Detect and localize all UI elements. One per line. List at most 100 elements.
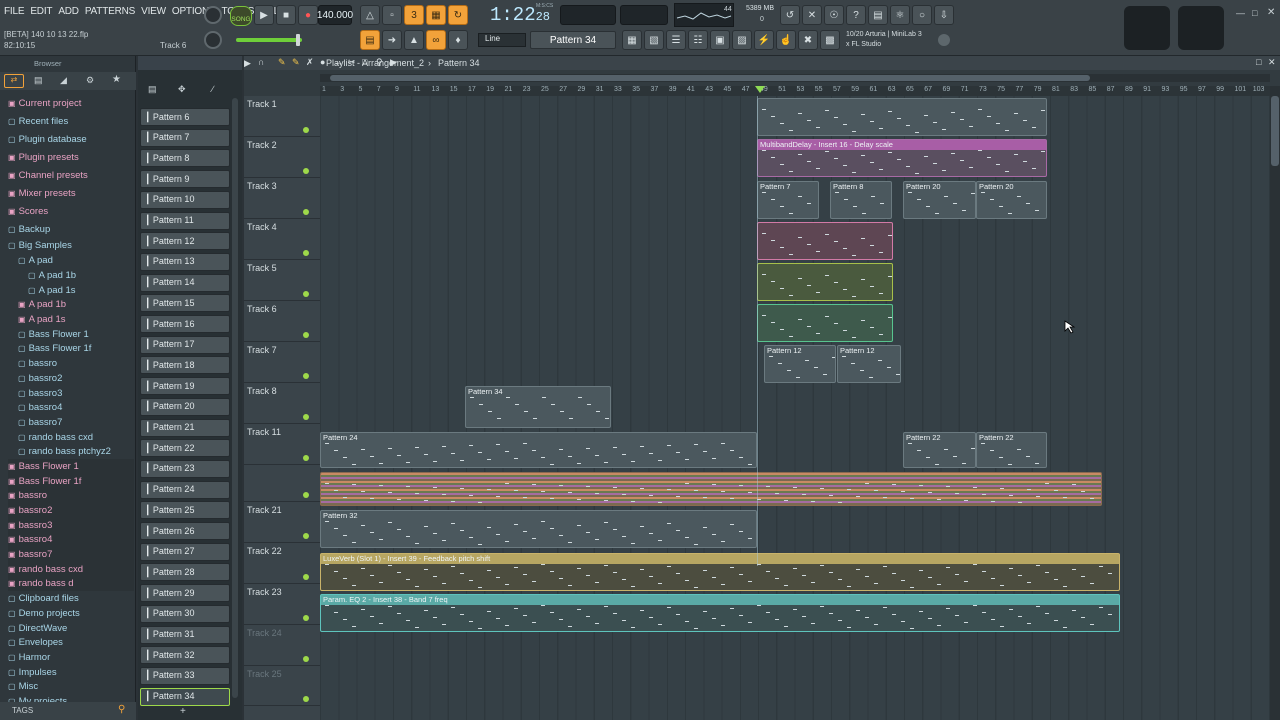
tempo-display[interactable]: 140.000 <box>317 5 353 25</box>
pattern-item[interactable]: ┃ Pattern 13 <box>140 252 230 271</box>
pattern-item[interactable]: ┃ Pattern 27 <box>140 542 230 561</box>
browser-item[interactable]: ▢ DirectWave <box>8 621 134 636</box>
browser-item[interactable]: ▣ Bass Flower 1f <box>8 473 134 489</box>
arrow-tool-button[interactable]: ➜ <box>382 30 402 50</box>
track-active-led[interactable] <box>303 533 309 539</box>
touch-icon[interactable]: ☝ <box>776 30 796 50</box>
pattern-clip[interactable]: Pattern 8 <box>830 181 892 219</box>
browser-item[interactable]: ▢ A pad <box>8 254 134 269</box>
pattern-clip[interactable]: Pattern 22 <box>976 432 1047 468</box>
track-active-led[interactable] <box>303 615 309 621</box>
undo-icon[interactable]: ↺ <box>780 5 800 25</box>
picker-move-icon[interactable]: ✥ <box>178 84 186 95</box>
delete-tool-icon[interactable]: ✗ <box>306 57 314 68</box>
step-edit-button[interactable]: ▦ <box>426 5 446 25</box>
pattern-item[interactable]: ┃ Pattern 26 <box>140 522 230 540</box>
pattern-clip[interactable]: Pattern 12 <box>764 345 836 383</box>
window-close-icon[interactable]: ✕ <box>1267 7 1275 18</box>
pattern-item[interactable]: ┃ Pattern 19 <box>140 377 230 396</box>
browser-item[interactable]: ▣ bassro4 <box>8 532 134 548</box>
browser-item[interactable]: ▢ A pad 1s <box>8 283 134 298</box>
audio-clip[interactable] <box>757 263 893 301</box>
stop-button[interactable]: ■ <box>276 5 296 25</box>
record-button[interactable]: ● <box>298 5 318 25</box>
pattern-clip[interactable]: Pattern 20 <box>976 181 1047 219</box>
pattern-item[interactable]: ┃ Pattern 11 <box>140 211 230 230</box>
news-panel-right[interactable] <box>1178 6 1224 50</box>
stamp-button[interactable]: ▲ <box>404 30 424 50</box>
pattern-selector[interactable]: Pattern 34 <box>530 31 616 49</box>
track-active-led[interactable] <box>303 414 309 420</box>
track-header[interactable]: Track 4 <box>244 219 320 260</box>
paint-tool-icon[interactable]: ✎ <box>292 57 300 68</box>
pattern-item[interactable]: ┃ Pattern 20 <box>140 397 230 416</box>
playlist-menu-arrow-icon[interactable]: ▶ <box>244 58 251 69</box>
track-header[interactable]: Track 23 <box>244 584 320 625</box>
browser-item[interactable]: ▣ bassro3 <box>8 517 134 533</box>
master-volume-knob[interactable] <box>204 6 222 24</box>
browser-item[interactable]: ▢ bassro4 <box>8 400 134 415</box>
pattern-clip[interactable]: Pattern 24 <box>320 432 757 468</box>
project-browser-icon[interactable]: ▨ <box>732 30 752 50</box>
menu-item-view[interactable]: VIEW <box>141 6 166 17</box>
master-volume-slider[interactable] <box>236 38 302 42</box>
news-panel-left[interactable] <box>1124 6 1170 50</box>
pattern-clip[interactable] <box>320 472 1102 506</box>
pattern-item[interactable]: ┃ Pattern 14 <box>140 273 230 292</box>
browser-item[interactable]: ▢ Envelopes <box>8 635 134 650</box>
typing-keyboard-icon[interactable]: ▩ <box>820 30 840 50</box>
magnet-icon[interactable]: ∩ <box>258 57 264 67</box>
snap-piano-button[interactable]: ▤ <box>360 30 380 50</box>
track-active-led[interactable] <box>303 696 309 702</box>
track-header[interactable]: Track 24 <box>244 625 320 666</box>
audio-clip[interactable] <box>757 222 893 260</box>
bypass-icon[interactable]: ✖ <box>798 30 818 50</box>
pattern-item[interactable]: ┃ Pattern 9 <box>140 170 230 189</box>
pattern-item[interactable]: ┃ Pattern 31 <box>140 625 230 644</box>
track-active-led[interactable] <box>303 455 309 461</box>
pattern-item[interactable]: ┃ Pattern 12 <box>140 232 230 251</box>
browser-search-icon[interactable]: ⚲ <box>118 704 125 715</box>
download-icon[interactable]: ⇩ <box>934 5 954 25</box>
metronome-button[interactable]: △ <box>360 5 380 25</box>
pattern-item[interactable]: ┃ Pattern 21 <box>140 418 230 437</box>
track-active-led[interactable] <box>303 373 309 379</box>
menu-item-file[interactable]: FILE <box>4 6 25 17</box>
loop-record-button[interactable]: ↻ <box>448 5 468 25</box>
browser-item[interactable]: ▣ Mixer presets <box>8 184 134 202</box>
browser-item[interactable]: ▢ Big Samples <box>8 238 134 254</box>
browser-item[interactable]: ▢ Harmor <box>8 650 134 665</box>
pattern-item[interactable]: ┃ Pattern 30 <box>140 604 230 623</box>
pattern-clip[interactable]: Pattern 7 <box>757 181 819 219</box>
playhead-marker[interactable] <box>755 86 765 93</box>
pattern-item[interactable]: ┃ Pattern 17 <box>140 335 230 354</box>
fl-cloud-icon[interactable] <box>938 34 950 46</box>
plugin-icon[interactable]: ⚛ <box>890 5 910 25</box>
browser-item[interactable]: ▢ bassro3 <box>8 386 134 401</box>
browser-item[interactable]: ▢ Bass Flower 1f <box>8 342 134 357</box>
pattern-clip[interactable] <box>757 98 1047 136</box>
browser-item[interactable]: ▢ rando bass cxd <box>8 430 134 445</box>
track-active-led[interactable] <box>303 127 309 133</box>
menu-item-patterns[interactable]: PATTERNS <box>85 6 135 17</box>
browser-item[interactable]: ▢ Backup <box>8 220 134 238</box>
pattern-item[interactable]: ┃ Pattern 25 <box>140 501 230 520</box>
mixer-icon[interactable]: ☷ <box>688 30 708 50</box>
picker-piano-icon[interactable]: ▤ <box>148 84 157 95</box>
chat-icon[interactable]: ○ <box>912 5 932 25</box>
browser-item[interactable]: ▢ Misc <box>8 679 134 694</box>
pattern-item[interactable]: ┃ Pattern 16 <box>140 315 230 333</box>
track-active-led[interactable] <box>303 209 309 215</box>
playlist-minimize-icon[interactable]: □ <box>1256 57 1261 67</box>
pattern-item[interactable]: ┃ Pattern 18 <box>140 356 230 375</box>
vertical-scrollbar[interactable] <box>1270 86 1280 720</box>
track-header[interactable]: Track 11 <box>244 424 320 465</box>
browser-item[interactable]: ▢ Bass Flower 1 <box>8 327 134 342</box>
plug-icon[interactable]: ⚡ <box>754 30 774 50</box>
pattern-clip[interactable]: Pattern 20 <box>903 181 976 219</box>
countdown-button[interactable]: 3 <box>404 5 424 25</box>
link-button[interactable]: ∞ <box>426 30 446 50</box>
play-button[interactable]: ▶ <box>254 5 274 25</box>
pattern-item[interactable]: ┃ Pattern 22 <box>140 439 230 458</box>
browser-item[interactable]: ▣ Current project <box>8 94 134 112</box>
